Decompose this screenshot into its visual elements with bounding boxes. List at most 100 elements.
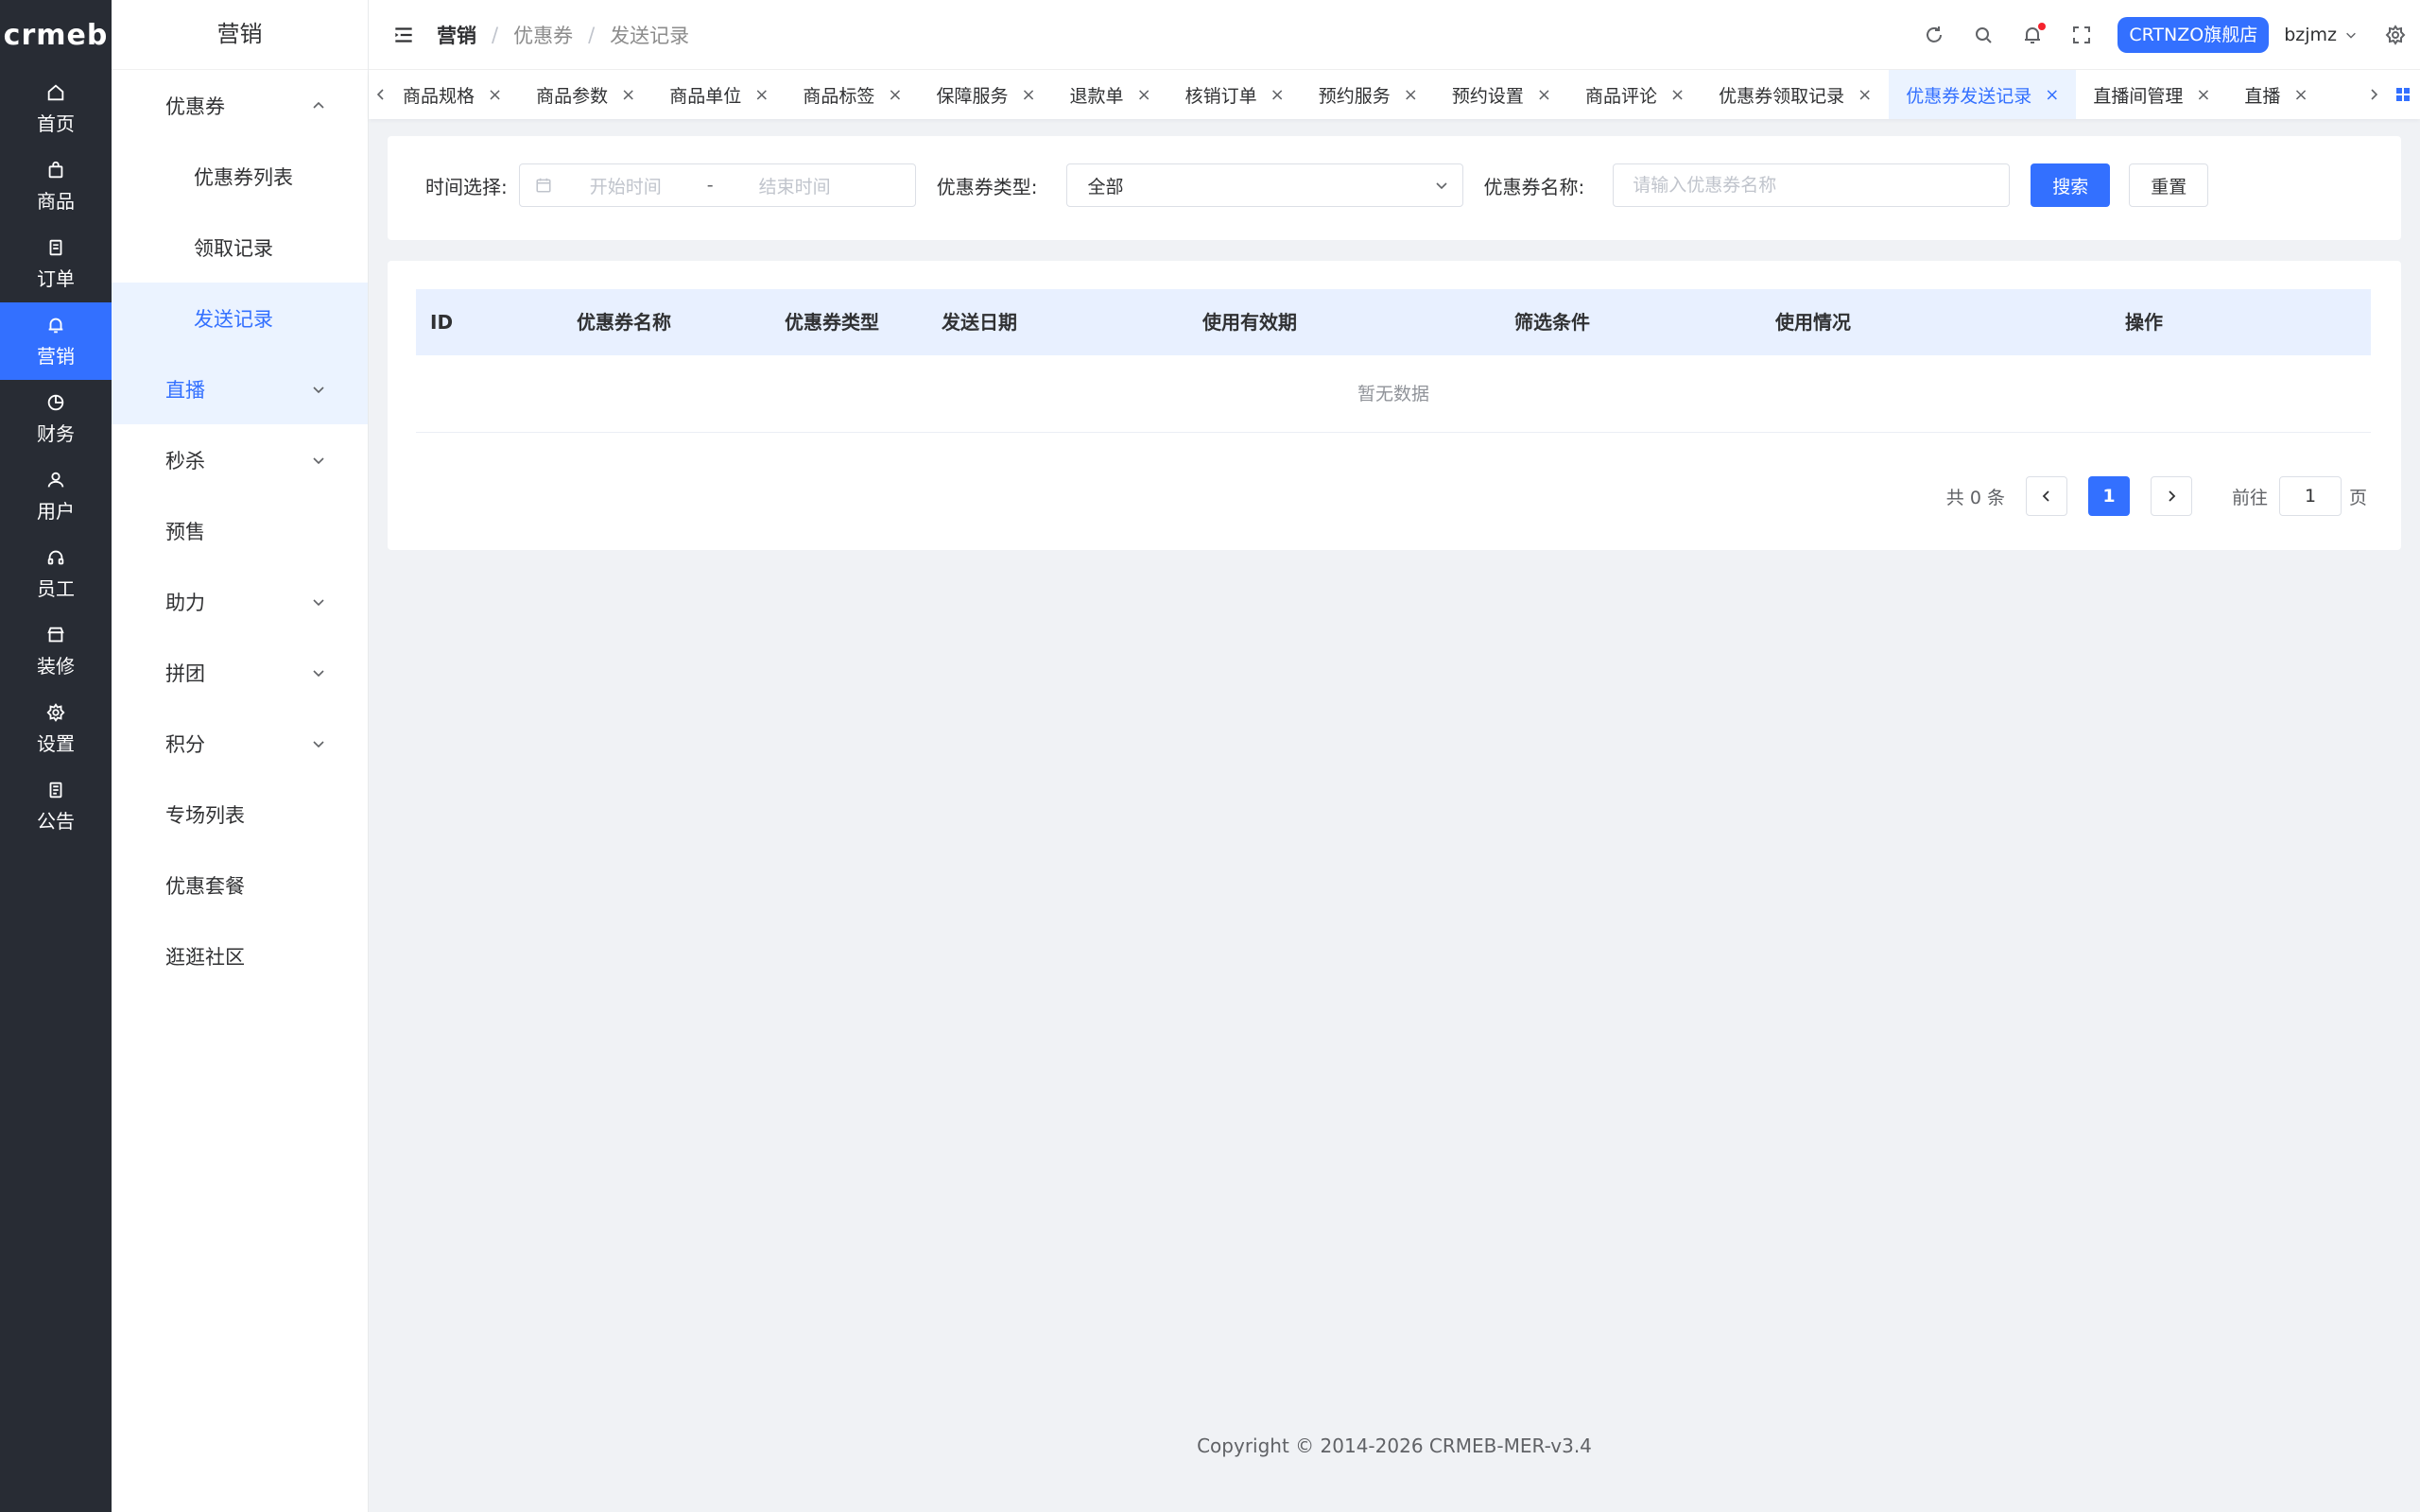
submenu-item-flash-sale[interactable]: 秒杀 xyxy=(112,424,368,495)
submenu-item-group-buy[interactable]: 拼团 xyxy=(112,637,368,708)
tab-item[interactable]: 优惠券领取记录 × xyxy=(1702,70,1889,119)
time-filter-label: 时间选择: xyxy=(425,175,508,198)
tab-item[interactable]: 商品评论 × xyxy=(1568,70,1702,119)
tab-item[interactable]: 直播间管理 × xyxy=(2076,70,2227,119)
breadcrumb-item[interactable]: 优惠券 xyxy=(513,21,573,49)
submenu-item-discount-package[interactable]: 优惠套餐 xyxy=(112,850,368,920)
notification-bell[interactable] xyxy=(2021,22,2047,46)
table-header: ID 优惠券名称 优惠券类型 发送日期 使用有效期 筛选条件 使用情况 操作 xyxy=(416,289,2371,355)
tab-item[interactable]: 优惠券发送记录 × xyxy=(1889,70,2077,119)
rail-item-staff[interactable]: 员工 xyxy=(0,535,112,612)
rail-item-finance[interactable]: 财务 xyxy=(0,380,112,457)
breadcrumb-current: 发送记录 xyxy=(610,24,690,47)
tab-close-icon[interactable]: × xyxy=(1137,85,1151,105)
submenu-item-receive-records[interactable]: 领取记录 xyxy=(112,212,368,283)
tab-item[interactable]: 直播 × xyxy=(2227,70,2325,119)
tab-close-icon[interactable]: × xyxy=(621,85,635,105)
tab-close-icon[interactable]: × xyxy=(1858,85,1872,105)
goto-page-input[interactable] xyxy=(2278,476,2342,516)
submenu-item-points[interactable]: 积分 xyxy=(112,708,368,779)
submenu-item-special-list[interactable]: 专场列表 xyxy=(112,779,368,850)
prev-page-button[interactable] xyxy=(2025,476,2067,516)
date-range-picker[interactable]: 开始时间 - 结束时间 xyxy=(518,163,916,207)
grid-icon xyxy=(2396,88,2410,101)
tab-close-icon[interactable]: × xyxy=(1404,85,1418,105)
coupon-type-label: 优惠券类型: xyxy=(936,175,1038,198)
submenu-item-community[interactable]: 逛逛社区 xyxy=(112,920,368,991)
settings-gear-icon[interactable] xyxy=(2384,24,2407,46)
tab-close-icon[interactable]: × xyxy=(1270,85,1285,105)
goto-label: 前往 xyxy=(2231,487,2268,508)
tab-close-icon[interactable]: × xyxy=(1670,85,1685,105)
rail-item-marketing[interactable]: 营销 xyxy=(0,302,112,380)
tab-close-icon[interactable]: × xyxy=(488,85,502,105)
end-time-placeholder: 结束时间 xyxy=(758,176,831,198)
tab-close-icon[interactable]: × xyxy=(1537,85,1551,105)
next-page-button[interactable] xyxy=(2150,476,2192,516)
user-menu[interactable]: bzjmz xyxy=(2284,25,2358,45)
tab-close-icon[interactable]: × xyxy=(2196,85,2210,105)
submenu-item-label: 逛逛社区 xyxy=(165,945,245,969)
submenu-item-assist[interactable]: 助力 xyxy=(112,566,368,637)
refresh-icon[interactable] xyxy=(1923,24,1945,46)
column-header-send-date: 发送日期 xyxy=(942,311,1017,334)
reset-button[interactable]: 重置 xyxy=(2129,163,2209,207)
rail-item-settings[interactable]: 设置 xyxy=(0,690,112,767)
tab-item[interactable]: 退款单 × xyxy=(1053,70,1168,119)
app-root: crmeb 首页 商品 订单 营销 财务 用户 员工 装修 设置 公告 营销 优… xyxy=(0,0,2420,1512)
rail-item-users[interactable]: 用户 xyxy=(0,457,112,535)
chevron-down-icon xyxy=(313,386,324,393)
range-separator: - xyxy=(706,175,714,196)
tab-item[interactable]: 保障服务 × xyxy=(919,70,1052,119)
notice-icon xyxy=(49,782,62,798)
tab-close-icon[interactable]: × xyxy=(2293,85,2308,105)
chevron-down-icon xyxy=(1435,182,1447,190)
submenu-item-send-records[interactable]: 发送记录 xyxy=(112,283,368,353)
search-icon[interactable] xyxy=(1972,24,1995,46)
chevron-left-icon xyxy=(376,89,384,100)
rail-item-orders[interactable]: 订单 xyxy=(0,225,112,302)
tab-item[interactable]: 商品单位 × xyxy=(652,70,786,119)
submenu-item-coupons[interactable]: 优惠券 xyxy=(112,70,368,141)
hamburger-menu-icon[interactable] xyxy=(391,23,416,47)
coupon-type-select[interactable]: 全部 xyxy=(1065,163,1463,207)
submenu-item-coupon-list[interactable]: 优惠券列表 xyxy=(112,141,368,212)
tab-close-icon[interactable]: × xyxy=(754,85,769,105)
search-button[interactable]: 搜索 xyxy=(2031,163,2111,207)
tab-item[interactable]: 核销订单 × xyxy=(1168,70,1302,119)
tab-scroll-left[interactable] xyxy=(369,70,393,119)
tab-item[interactable]: 预约服务 × xyxy=(1302,70,1435,119)
rail-item-home[interactable]: 首页 xyxy=(0,70,112,147)
pagination-total: 共 0 条 xyxy=(1945,487,2005,508)
rail-item-label: 员工 xyxy=(37,576,75,600)
rail-item-decoration[interactable]: 装修 xyxy=(0,612,112,690)
breadcrumb-item[interactable]: 营销 xyxy=(437,21,476,49)
tab-close-icon[interactable]: × xyxy=(2045,85,2059,105)
breadcrumb-separator: / xyxy=(492,23,499,46)
tab-close-icon[interactable]: × xyxy=(888,85,902,105)
tab-scroll-right[interactable] xyxy=(2361,70,2386,119)
fullscreen-icon[interactable] xyxy=(2070,24,2093,46)
tab-menu-button[interactable] xyxy=(2386,87,2420,102)
tab-label: 预约服务 xyxy=(1318,85,1391,107)
tab-item[interactable]: 商品规格 × xyxy=(393,70,519,119)
store-switch-button[interactable]: CRTNZO旗舰店 xyxy=(2118,16,2270,53)
tab-label: 预约设置 xyxy=(1451,85,1524,107)
coupon-name-input[interactable] xyxy=(1613,163,2011,207)
submenu-item-live[interactable]: 直播 xyxy=(112,353,368,424)
chevron-down-icon xyxy=(313,456,324,464)
calendar-icon xyxy=(536,178,551,193)
tab-label: 退款单 xyxy=(1069,85,1124,107)
coupon-type-value: 全部 xyxy=(1087,176,1124,198)
rail-item-products[interactable]: 商品 xyxy=(0,147,112,225)
rail-item-label: 财务 xyxy=(37,421,75,445)
username: bzjmz xyxy=(2284,24,2337,45)
rail-item-notice[interactable]: 公告 xyxy=(0,767,112,845)
page-number-current[interactable]: 1 xyxy=(2087,476,2130,516)
tab-label: 商品规格 xyxy=(403,85,475,107)
tab-close-icon[interactable]: × xyxy=(1021,85,1035,105)
tab-item[interactable]: 商品参数 × xyxy=(519,70,652,119)
tab-item[interactable]: 商品标签 × xyxy=(786,70,919,119)
submenu-item-presale[interactable]: 预售 xyxy=(112,495,368,566)
tab-item[interactable]: 预约设置 × xyxy=(1435,70,1568,119)
